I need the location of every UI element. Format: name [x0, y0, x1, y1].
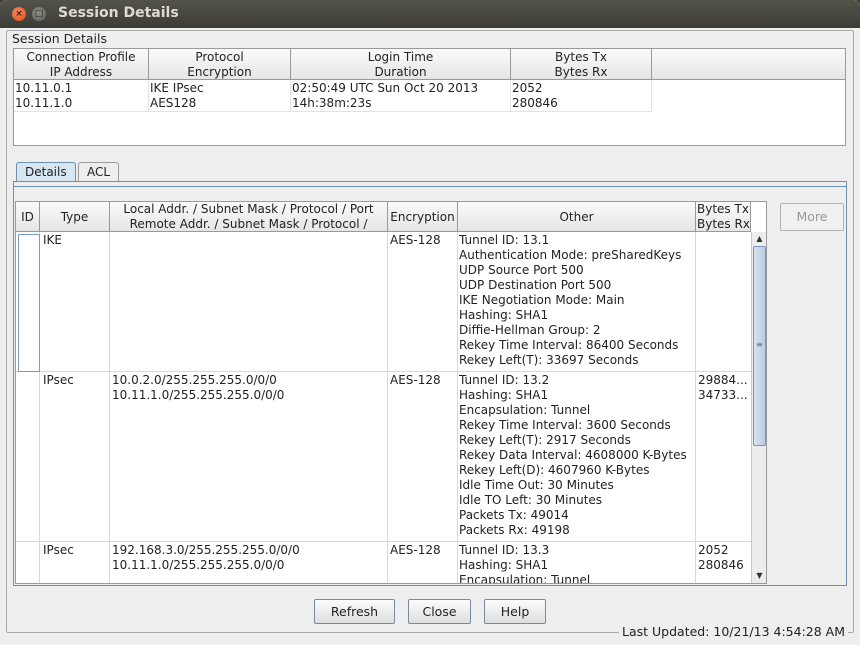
- cell-login-time: 02:50:49 UTC Sun Oct 20 2013: [292, 81, 479, 95]
- col-header-address[interactable]: Local Addr. / Subnet Mask / Protocol / P…: [110, 202, 388, 232]
- tab-acl[interactable]: ACL: [78, 162, 120, 182]
- cell-ip-2: 10.11.1.0: [15, 96, 73, 110]
- details-table: ID Type Local Addr. / Subnet Mask / Prot…: [15, 201, 767, 584]
- header-line: Duration: [374, 64, 427, 79]
- vertical-scrollbar[interactable]: ▲ ≡ ▼: [751, 232, 766, 583]
- scrollbar-thumb[interactable]: ≡: [753, 246, 766, 446]
- scroll-up-icon[interactable]: ▲: [752, 232, 766, 246]
- help-button[interactable]: Help: [484, 599, 546, 624]
- cell-other: Tunnel ID: 13.2 Hashing: SHA1 Encapsulat…: [459, 373, 687, 537]
- maximize-icon[interactable]: □: [32, 7, 46, 21]
- cell-bytes-tx: 2052: [512, 81, 543, 95]
- col-header-protocol[interactable]: Protocol Encryption: [149, 49, 291, 80]
- grip-icon: ≡: [756, 340, 763, 349]
- header-line: Bytes Tx: [697, 202, 749, 216]
- col-header-id[interactable]: ID: [16, 202, 40, 232]
- header-line: Encryption: [187, 64, 252, 79]
- col-divider: [109, 232, 110, 583]
- group-legend: Session Details: [10, 31, 110, 46]
- row-divider: [16, 371, 751, 372]
- header-line: IP Address: [49, 64, 113, 79]
- header-line: Bytes Rx: [554, 64, 608, 79]
- scroll-down-icon[interactable]: ▼: [752, 569, 766, 583]
- cell-address: 192.168.3.0/255.255.255.0/0/0 10.11.1.0/…: [112, 543, 300, 572]
- refresh-button[interactable]: Refresh: [314, 599, 395, 624]
- header-line: Bytes Tx: [555, 50, 607, 64]
- close-button[interactable]: Close: [408, 599, 471, 624]
- more-button[interactable]: More: [780, 203, 844, 231]
- close-icon[interactable]: ×: [12, 7, 26, 21]
- col-header-connection-profile[interactable]: Connection Profile IP Address: [14, 49, 149, 80]
- tab-panel-divider: [14, 186, 846, 187]
- cell-other: Tunnel ID: 13.3 Hashing: SHA1 Encapsulat…: [459, 543, 591, 584]
- header-line: Protocol: [195, 50, 244, 64]
- cell-other: Tunnel ID: 13.1 Authentication Mode: pre…: [459, 233, 682, 367]
- session-table: Connection Profile IP Address Protocol E…: [13, 48, 846, 146]
- cell-encryption: AES128: [150, 96, 197, 110]
- cell-type: IPsec: [43, 543, 74, 557]
- session-details-window: × □ Session Details Session Details Conn…: [0, 0, 860, 645]
- cell-duration: 14h:38m:23s: [292, 96, 372, 110]
- col-header-bytes[interactable]: Bytes Tx Bytes Rx: [696, 202, 751, 232]
- col-header-empty: [652, 49, 845, 80]
- last-updated-status: Last Updated: 10/21/13 4:54:28 AM: [619, 624, 849, 639]
- header-line: Remote Addr. / Subnet Mask / Protocol /: [129, 216, 368, 231]
- header-line: Bytes Rx: [697, 216, 750, 231]
- cell-type: IPsec: [43, 373, 74, 387]
- row-divider: [16, 541, 751, 542]
- details-tab-panel: ID Type Local Addr. / Subnet Mask / Prot…: [13, 181, 847, 586]
- cell-type: IKE: [43, 233, 62, 247]
- header-line: Connection Profile: [26, 50, 136, 64]
- header-line: Login Time: [367, 50, 434, 64]
- cell-encryption: AES-128: [390, 373, 441, 387]
- cell-address: 10.0.2.0/255.255.255.0/0/0 10.11.1.0/255…: [112, 373, 285, 402]
- col-header-bytes[interactable]: Bytes Tx Bytes Rx: [511, 49, 652, 80]
- col-divider: [148, 80, 149, 111]
- cell-encryption: AES-128: [390, 543, 441, 557]
- cell-protocol: IKE IPsec: [150, 81, 204, 95]
- col-divider: [695, 232, 696, 583]
- cell-bytes-rx: 280846: [512, 96, 558, 110]
- col-divider: [290, 80, 291, 111]
- col-header-encryption[interactable]: Encryption: [388, 202, 458, 232]
- col-divider: [457, 232, 458, 583]
- col-divider: [651, 80, 652, 111]
- cell-ip-1: 10.11.0.1: [15, 81, 73, 95]
- col-header-type[interactable]: Type: [40, 202, 110, 232]
- title-bar: × □ Session Details: [0, 0, 860, 28]
- row-divider: [14, 111, 652, 112]
- header-line: Local Addr. / Subnet Mask / Protocol / P…: [123, 202, 374, 216]
- col-divider: [510, 80, 511, 111]
- col-header-login-time[interactable]: Login Time Duration: [291, 49, 511, 80]
- tab-details[interactable]: Details: [16, 162, 76, 182]
- cell-bytes: 2052 280846: [698, 543, 744, 572]
- cell-bytes: 29884... 34733...: [698, 373, 748, 402]
- col-header-other[interactable]: Other: [458, 202, 696, 232]
- col-divider: [387, 232, 388, 583]
- cell-encryption: AES-128: [390, 233, 441, 247]
- window-title: Session Details: [58, 5, 179, 21]
- id-cell-selected[interactable]: [18, 234, 40, 372]
